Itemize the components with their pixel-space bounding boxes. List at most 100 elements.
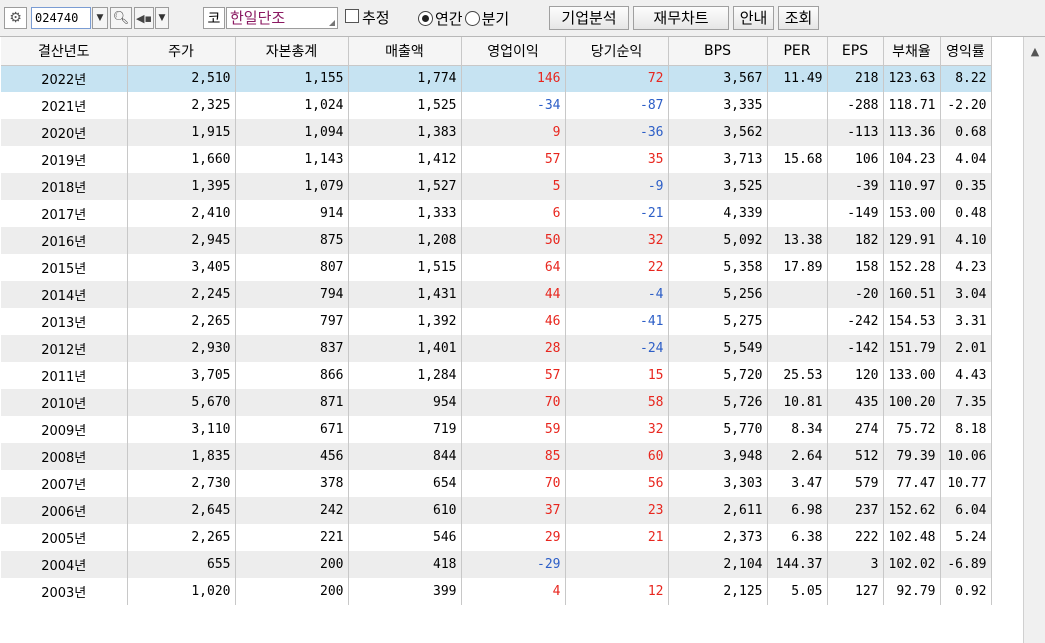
table-cell: 2,325 bbox=[127, 92, 236, 119]
estimate-label: 추정 bbox=[362, 9, 390, 27]
col-header[interactable]: BPS bbox=[668, 37, 768, 66]
col-header[interactable]: 부채율 bbox=[883, 37, 941, 66]
table-cell: 160.51 bbox=[883, 281, 941, 308]
col-header[interactable]: EPS bbox=[827, 37, 884, 66]
stock-code-input[interactable]: 024740 bbox=[31, 7, 91, 29]
table-cell: 102.48 bbox=[883, 524, 941, 551]
speaker-button[interactable]: ◀▪ bbox=[134, 7, 154, 29]
table-cell: 151.79 bbox=[883, 335, 941, 362]
table-row[interactable]: 2011년 3,705 866 1,284 57 15 5,720 25.53 120 133.0… bbox=[1, 362, 992, 389]
table-cell: -29 bbox=[461, 551, 566, 578]
search-button[interactable]: 🔍︎ bbox=[110, 7, 132, 29]
table-row[interactable]: 2018년 1,395 1,079 1,527 5 -9 3,525 -39 110.97 0.3… bbox=[1, 173, 992, 200]
company-analysis-button[interactable]: 기업분석 bbox=[549, 6, 629, 30]
table-row[interactable]: 2004년 655 200 418 -29 2,104 144.37 3 102.02 -6.89 bbox=[1, 551, 992, 578]
gear-icon[interactable]: ⚙ bbox=[4, 7, 27, 29]
year-cell: 2011년 bbox=[1, 362, 128, 389]
table-cell: 60 bbox=[565, 443, 669, 470]
code-dropdown-button[interactable]: ▼ bbox=[92, 7, 108, 29]
table-cell: 56 bbox=[565, 470, 669, 497]
year-cell: 2006년 bbox=[1, 497, 128, 524]
table-header-row: 결산년도 주가 자본총계 매출액 영업이익 당기순익 BPS PER EPS 부… bbox=[1, 37, 992, 66]
col-header[interactable]: PER bbox=[767, 37, 828, 66]
table-cell: 1,094 bbox=[235, 119, 349, 146]
table-cell: 104.23 bbox=[883, 146, 941, 173]
table-row[interactable]: 2012년 2,930 837 1,401 28 -24 5,549 -142 151.79 2.… bbox=[1, 335, 992, 362]
table-cell: 154.53 bbox=[883, 308, 941, 335]
table-cell: 1,079 bbox=[235, 173, 349, 200]
table-cell: -34 bbox=[461, 92, 566, 119]
table-cell: 7.35 bbox=[940, 389, 992, 416]
scroll-up-arrow-icon[interactable]: ▲ bbox=[1024, 39, 1045, 63]
table-cell: 5,092 bbox=[668, 227, 768, 254]
table-row[interactable]: 2008년 1,835 456 844 85 60 3,948 2.64 512 79.39 10.… bbox=[1, 443, 992, 470]
table-cell: 0.92 bbox=[940, 578, 992, 605]
table-cell: 72 bbox=[565, 65, 669, 92]
table-row[interactable]: 2006년 2,645 242 610 37 23 2,611 6.98 237 152.62 6.… bbox=[1, 497, 992, 524]
col-header[interactable]: 매출액 bbox=[348, 37, 462, 66]
table-row[interactable]: 2022년 2,510 1,155 1,774 146 72 3,567 11.49 218 12… bbox=[1, 65, 992, 92]
table-cell: -113 bbox=[827, 119, 884, 146]
estimate-checkbox[interactable] bbox=[345, 9, 359, 23]
table-cell: 1,660 bbox=[127, 146, 236, 173]
table-cell: 3.47 bbox=[767, 470, 828, 497]
table-row[interactable]: 2009년 3,110 671 719 59 32 5,770 8.34 274 75.72 8.1… bbox=[1, 416, 992, 443]
table-cell: -242 bbox=[827, 308, 884, 335]
query-button[interactable]: 조회 bbox=[778, 6, 819, 30]
table-row[interactable]: 2017년 2,410 914 1,333 6 -21 4,339 -149 153.00 0.4… bbox=[1, 200, 992, 227]
table-cell: 4,339 bbox=[668, 200, 768, 227]
quarter-radio[interactable] bbox=[464, 10, 480, 26]
table-row[interactable]: 2015년 3,405 807 1,515 64 22 5,358 17.89 158 152.2… bbox=[1, 254, 992, 281]
table-row[interactable]: 2007년 2,730 378 654 70 56 3,303 3.47 579 77.47 10.… bbox=[1, 470, 992, 497]
table-cell: -36 bbox=[565, 119, 669, 146]
company-name-field[interactable]: 한일단조 bbox=[226, 7, 338, 29]
year-cell: 2017년 bbox=[1, 200, 128, 227]
table-cell: 5,275 bbox=[668, 308, 768, 335]
table-cell: 5 bbox=[461, 173, 566, 200]
table-row[interactable]: 2013년 2,265 797 1,392 46 -41 5,275 -242 154.53 3.… bbox=[1, 308, 992, 335]
col-header[interactable]: 결산년도 bbox=[1, 37, 128, 66]
table-cell: 2,125 bbox=[668, 578, 768, 605]
col-header[interactable]: 자본총계 bbox=[235, 37, 349, 66]
table-cell: 113.36 bbox=[883, 119, 941, 146]
table-cell: 5,670 bbox=[127, 389, 236, 416]
table-cell: 435 bbox=[827, 389, 884, 416]
table-cell: 22 bbox=[565, 254, 669, 281]
table-cell: -39 bbox=[827, 173, 884, 200]
table-row[interactable]: 2020년 1,915 1,094 1,383 9 -36 3,562 -113 113.36 0… bbox=[1, 119, 992, 146]
col-header[interactable]: 당기순익 bbox=[565, 37, 669, 66]
col-header[interactable]: 영업이익 bbox=[461, 37, 566, 66]
table-row[interactable]: 2014년 2,245 794 1,431 44 -4 5,256 -20 160.51 3.04 bbox=[1, 281, 992, 308]
table-cell: 200 bbox=[235, 551, 349, 578]
year-cell: 2013년 bbox=[1, 308, 128, 335]
table-cell: 110.97 bbox=[883, 173, 941, 200]
table-cell: 1,383 bbox=[348, 119, 462, 146]
table-row[interactable]: 2021년 2,325 1,024 1,525 -34 -87 3,335 -288 118.7… bbox=[1, 92, 992, 119]
table-row[interactable]: 2019년 1,660 1,143 1,412 57 35 3,713 15.68 106 104… bbox=[1, 146, 992, 173]
table-row[interactable]: 2016년 2,945 875 1,208 50 32 5,092 13.38 182 129.9… bbox=[1, 227, 992, 254]
guide-button[interactable]: 안내 bbox=[733, 6, 774, 30]
table-cell: 837 bbox=[235, 335, 349, 362]
annual-radio[interactable] bbox=[418, 10, 433, 26]
table-cell: 1,401 bbox=[348, 335, 462, 362]
year-cell: 2019년 bbox=[1, 146, 128, 173]
speaker-dropdown-button[interactable]: ▼ bbox=[155, 7, 169, 29]
table-cell: -9 bbox=[565, 173, 669, 200]
table-cell: 127 bbox=[827, 578, 884, 605]
table-row[interactable]: 2003년 1,020 200 399 4 12 2,125 5.05 127 92.79 0.92 bbox=[1, 578, 992, 605]
table-cell: 15.68 bbox=[767, 146, 828, 173]
table-cell: 106 bbox=[827, 146, 884, 173]
table-cell: 32 bbox=[565, 227, 669, 254]
table-cell: 200 bbox=[235, 578, 349, 605]
table-cell: 37 bbox=[461, 497, 566, 524]
table-row[interactable]: 2005년 2,265 221 546 29 21 2,373 6.38 222 102.48 5.… bbox=[1, 524, 992, 551]
financial-chart-button[interactable]: 재무차트 bbox=[633, 6, 729, 30]
table-row[interactable]: 2010년 5,670 871 954 70 58 5,726 10.81 435 100.20 7… bbox=[1, 389, 992, 416]
vertical-scrollbar[interactable]: ▲ bbox=[1023, 37, 1045, 643]
table-cell: 59 bbox=[461, 416, 566, 443]
table-cell: 4 bbox=[461, 578, 566, 605]
table-cell: 4.23 bbox=[940, 254, 992, 281]
col-header[interactable]: 주가 bbox=[127, 37, 236, 66]
col-header[interactable]: 영익률 bbox=[940, 37, 992, 66]
table-cell: 0.68 bbox=[940, 119, 992, 146]
